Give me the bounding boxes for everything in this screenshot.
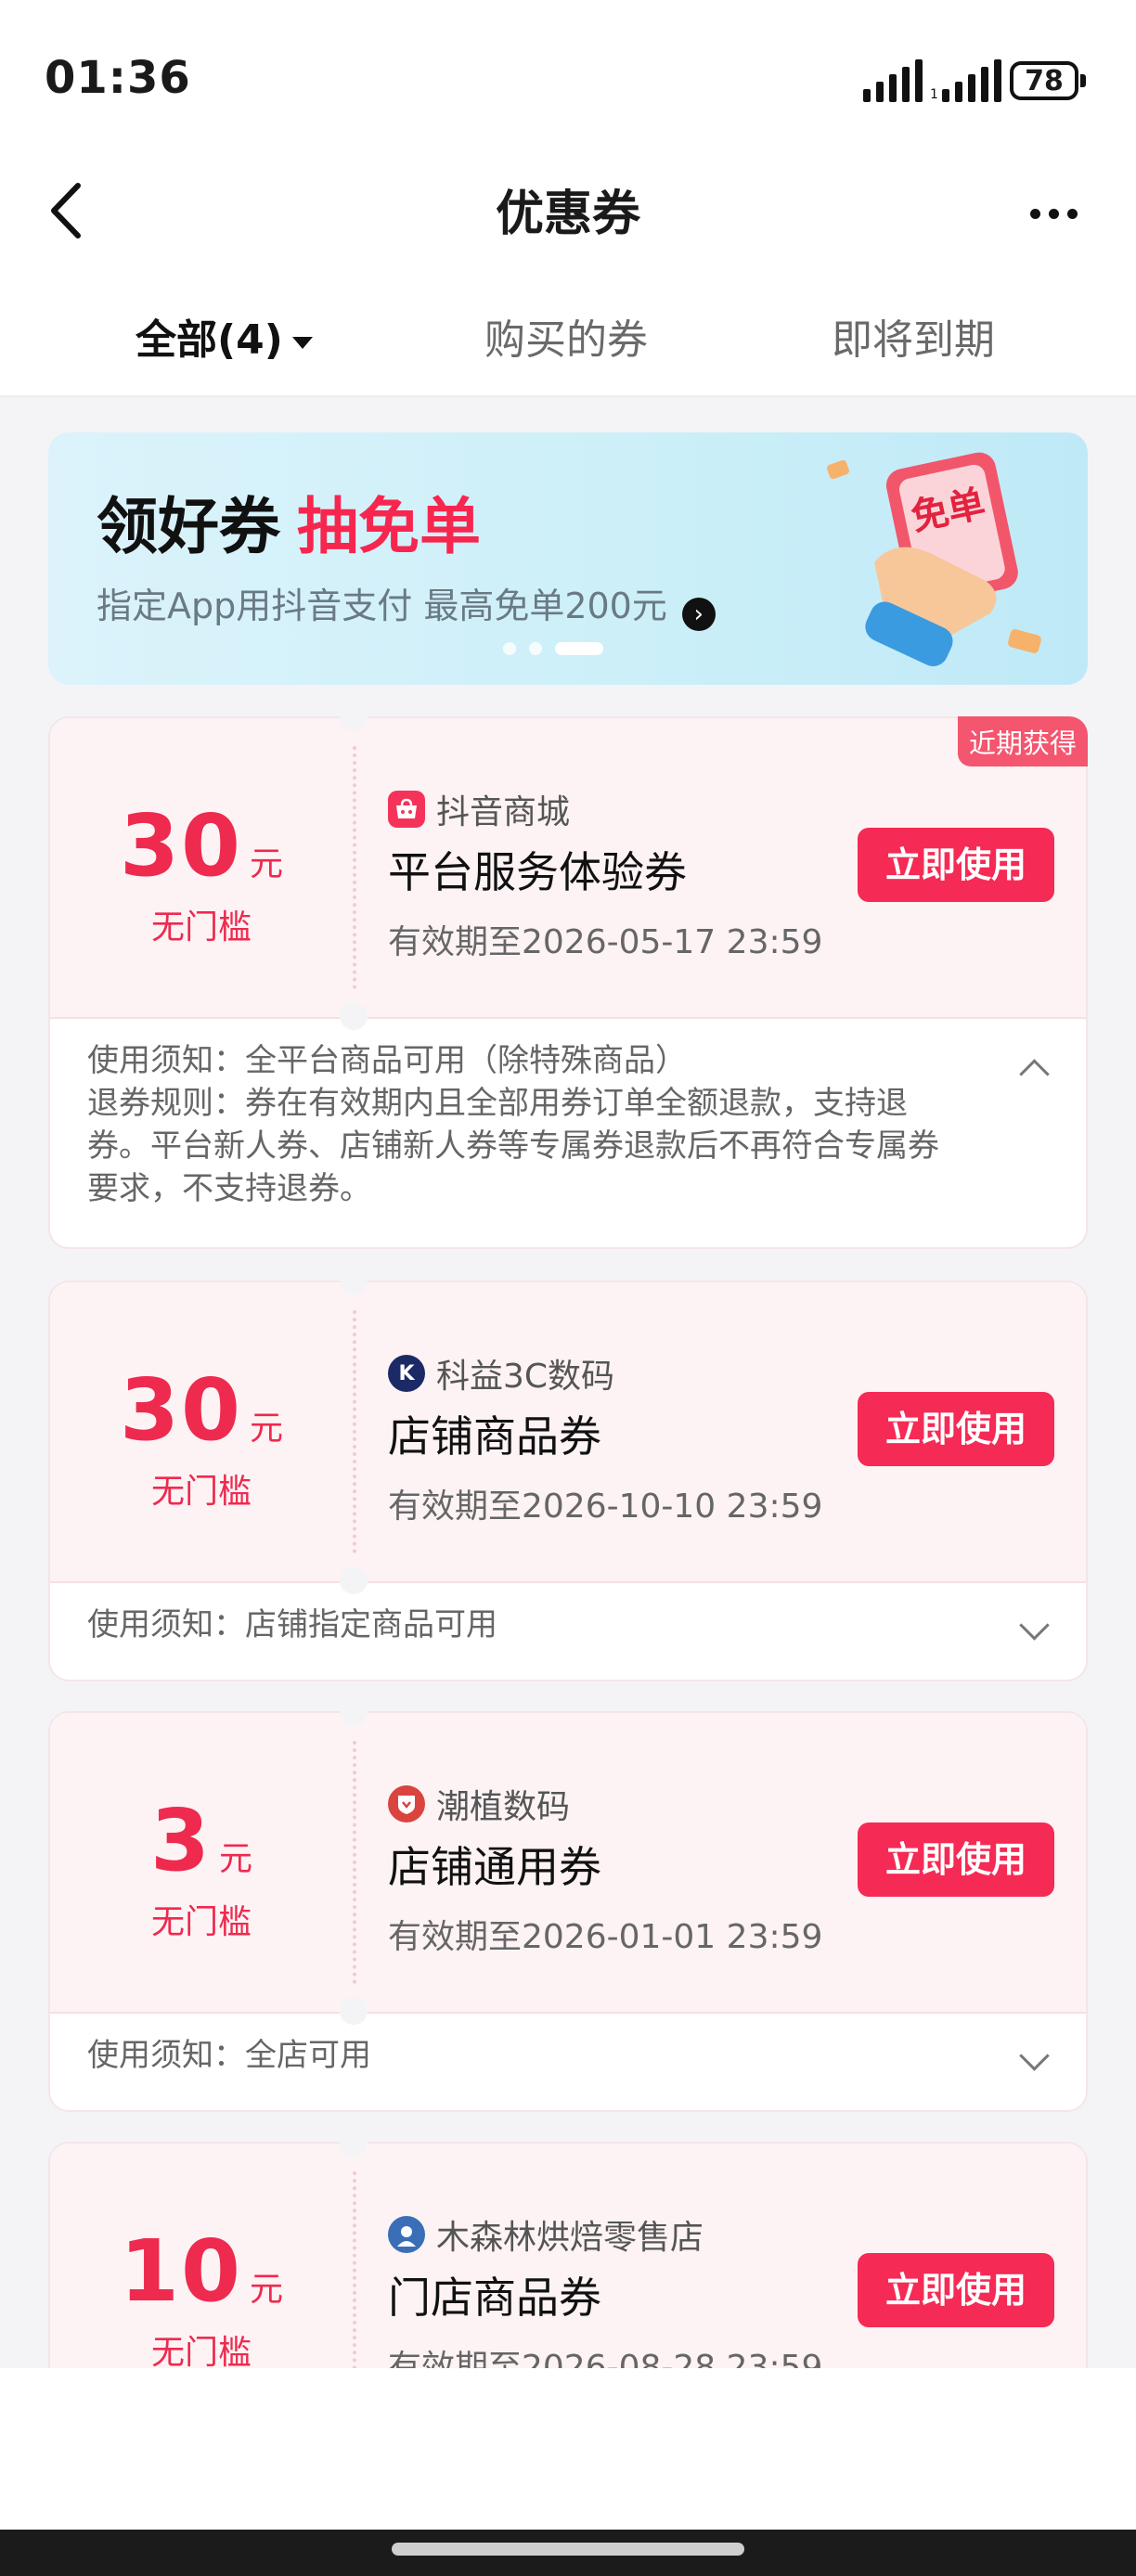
shop-logo-icon	[388, 1785, 425, 1823]
more-dot-icon	[1029, 208, 1040, 219]
coupon-amount: 30 元	[119, 1360, 284, 1460]
collapse-chevron-icon[interactable]	[1019, 1059, 1050, 1089]
banner-subtitle: 指定App用抖音支付 最高免单200元 ›	[97, 577, 716, 631]
use-now-button[interactable]: 立即使用	[858, 828, 1054, 902]
dropdown-caret-icon	[291, 336, 313, 349]
coupon-name: 平台服务体验券	[388, 847, 687, 897]
coupon-validity: 有效期至2026-10-10 23:59	[388, 1488, 823, 1526]
home-indicator[interactable]	[392, 2543, 744, 2556]
expand-chevron-icon[interactable]	[1019, 1610, 1050, 1641]
usage-notice: 使用须知：店铺指定商品可用	[87, 1606, 497, 1643]
carousel-indicator	[503, 642, 603, 655]
shop-name: K 科益3C数码	[388, 1349, 614, 1397]
free-order-ticket-illustration: 免单	[827, 452, 1041, 666]
shop-avatar-icon	[388, 2216, 425, 2253]
page-title: 优惠券	[495, 187, 640, 242]
coupon-amount: 30 元	[119, 796, 284, 895]
tab-all[interactable]: 全部(4)	[136, 306, 313, 366]
coupon-card: 30 元 无门槛 K 科益3C数码 店铺商品券 有效期至2026-10-10 23…	[48, 1268, 1088, 1681]
coupon-threshold: 无门槛	[150, 2334, 252, 2372]
coupon-threshold: 无门槛	[150, 1903, 252, 1941]
coupon-validity: 有效期至2026-05-17 23:59	[388, 923, 823, 961]
cellular-signal-icon	[863, 58, 923, 102]
use-now-button[interactable]: 立即使用	[858, 2253, 1054, 2327]
perforation-divider	[353, 746, 356, 989]
promo-banner[interactable]: 领好券 抽免单 指定App用抖音支付 最高免单200元 › 免单	[48, 432, 1088, 685]
bottom-blank-area	[0, 2368, 1136, 2530]
more-options-button[interactable]	[1021, 186, 1086, 241]
tab-expiring[interactable]: 即将到期	[832, 306, 995, 366]
use-now-button[interactable]: 立即使用	[858, 1823, 1054, 1897]
cellular-signal-2-icon: 1	[930, 58, 1001, 102]
battery-level: 78	[1025, 64, 1064, 97]
coupon-name: 店铺商品券	[388, 1411, 601, 1462]
system-home-bar	[0, 2530, 1136, 2576]
shop-logo-icon: K	[388, 1355, 425, 1392]
shop-name: 潮植数码	[388, 1780, 570, 1828]
refund-rules: 退券规则：券在有效期内且全部用券订单全额退款，支持退券。平台新人券、店铺新人券等…	[87, 1085, 939, 1207]
coupon-name: 门店商品券	[388, 2273, 601, 2323]
use-now-button[interactable]: 立即使用	[858, 1392, 1054, 1466]
coupon-validity: 有效期至2026-01-01 23:59	[388, 1918, 823, 1956]
coupon-threshold: 无门槛	[150, 1473, 252, 1511]
tab-purchased[interactable]: 购买的券	[484, 306, 648, 366]
tab-bar: 全部(4) 购买的券 即将到期	[0, 269, 1136, 397]
shop-name: 抖音商城	[388, 785, 570, 833]
nav-bar: 优惠券	[0, 158, 1136, 269]
coupon-amount: 10 元	[119, 2222, 284, 2321]
recently-obtained-badge: 近期获得	[957, 716, 1088, 766]
coupon-threshold: 无门槛	[150, 908, 252, 947]
usage-notice: 使用须知：全平台商品可用（除特殊商品） 退券规则：券在有效期内且全部用券订单全额…	[87, 1039, 997, 1210]
coupon-name: 店铺通用券	[388, 1842, 601, 1892]
arrow-right-icon: ›	[681, 598, 716, 631]
coupon-card: 3元 无门槛 潮植数码 店铺通用券 有效期至2026-01-01 23:59 立…	[48, 1698, 1088, 2112]
coupon-amount: 3元	[149, 1791, 253, 1890]
perforation-divider	[353, 1741, 356, 1984]
expand-chevron-icon[interactable]	[1019, 2041, 1050, 2071]
status-bar: 01:36 1 78	[0, 0, 1136, 158]
usage-notice: 使用须知：全店可用	[87, 2037, 371, 2074]
perforation-divider	[353, 1310, 356, 1553]
banner-title: 领好券 抽免单	[97, 491, 481, 562]
shop-name: 木森林烘焙零售店	[388, 2210, 704, 2259]
coupon-card: 30 元 无门槛 近期获得 抖音商城 平台服务体验券 有效期至2026-05-17…	[48, 703, 1088, 1249]
status-time: 01:36	[45, 52, 191, 104]
douyin-mall-logo-icon	[388, 791, 425, 828]
battery-icon: 78	[1010, 61, 1086, 100]
